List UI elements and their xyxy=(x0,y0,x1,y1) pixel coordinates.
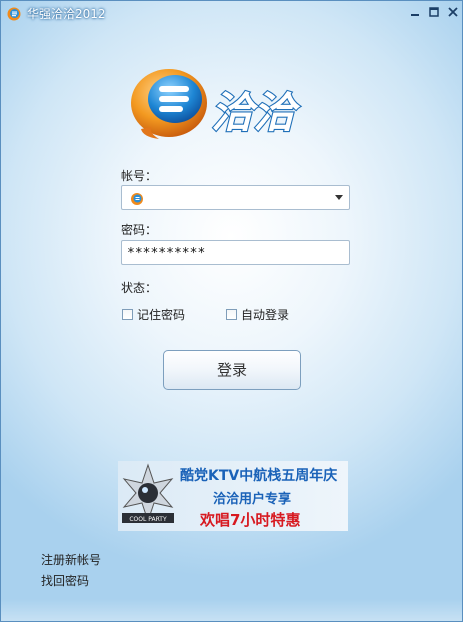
register-link[interactable]: 注册新帐号 xyxy=(41,551,101,568)
close-button[interactable] xyxy=(446,5,460,19)
password-label: 密码： xyxy=(121,223,158,237)
maximize-button[interactable] xyxy=(427,5,441,19)
logo-text: 洽洽 xyxy=(211,88,301,137)
minimize-icon xyxy=(411,14,419,16)
login-button[interactable]: 登录 xyxy=(163,350,301,390)
remember-password-label[interactable]: 记住密码 xyxy=(137,306,185,323)
app-logo-icon xyxy=(7,6,21,21)
remember-password-checkbox[interactable] xyxy=(122,309,133,320)
login-window: 华强洽洽2012 洽洽 帐号： 密码： ********** 状态： 记住密码 … xyxy=(0,0,463,622)
auto-login-label[interactable]: 自动登录 xyxy=(241,306,289,323)
account-avatar-icon xyxy=(130,191,144,205)
window-title: 华强洽洽2012 xyxy=(27,7,106,21)
maximize-icon xyxy=(429,7,439,17)
recover-password-link[interactable]: 找回密码 xyxy=(41,572,89,589)
banner-line1: 酷党KTV中航栈五周年庆 xyxy=(180,468,338,484)
status-label: 状态： xyxy=(121,281,158,295)
title-bar[interactable]: 华强洽洽2012 xyxy=(1,1,462,25)
close-icon xyxy=(448,7,458,17)
minimize-button[interactable] xyxy=(408,5,422,19)
dropdown-arrow-icon[interactable] xyxy=(335,195,343,200)
account-combobox[interactable] xyxy=(121,185,350,210)
banner-logo-text: COOL PARTY xyxy=(129,516,167,523)
auto-login-checkbox[interactable] xyxy=(226,309,237,320)
bottom-bar xyxy=(1,599,462,621)
banner-line3: 欢唱7小时特惠 xyxy=(200,511,301,529)
qiaqia-logo: 洽洽 xyxy=(129,65,329,145)
password-field[interactable]: ********** xyxy=(121,240,350,265)
banner-line2: 洽洽用户专享 xyxy=(213,492,292,507)
account-label: 帐号： xyxy=(121,169,158,183)
promo-banner[interactable]: COOL PARTY 酷党KTV中航栈五周年庆 洽洽用户专享 欢唱7小时特惠 xyxy=(118,461,348,531)
